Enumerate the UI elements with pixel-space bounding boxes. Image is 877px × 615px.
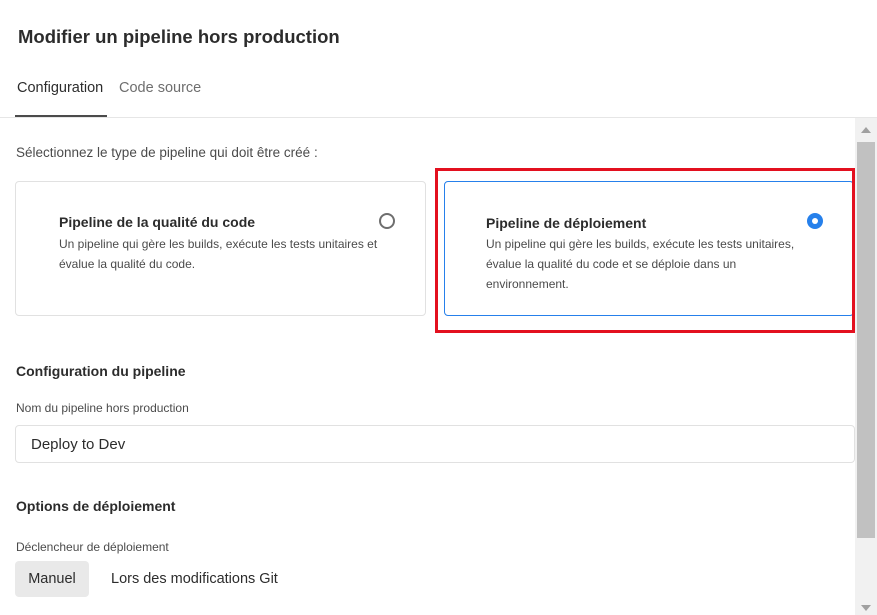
option-description: Un pipeline qui gère les builds, exécute… [59, 237, 378, 271]
dialog-content: Sélectionnez le type de pipeline qui doi… [0, 118, 877, 615]
pipeline-config-heading: Configuration du pipeline [16, 363, 186, 379]
option-title: Pipeline de déploiement [486, 215, 647, 231]
scroll-up-arrow-icon[interactable] [861, 127, 871, 133]
tab-code-source[interactable]: Code source [119, 80, 201, 96]
deploy-options-heading: Options de déploiement [16, 498, 176, 514]
vertical-scrollbar[interactable] [855, 118, 877, 615]
pipeline-name-label: Nom du pipeline hors production [16, 401, 189, 415]
option-description: Un pipeline qui gère les builds, exécute… [486, 237, 795, 291]
pipeline-name-input[interactable] [15, 425, 855, 463]
scroll-down-arrow-icon[interactable] [861, 605, 871, 611]
radio-unselected-icon[interactable] [379, 213, 395, 229]
option-title: Pipeline de la qualité du code [59, 214, 256, 230]
active-tab-indicator [15, 115, 107, 117]
tab-configuration[interactable]: Configuration [17, 80, 103, 96]
deploy-trigger-label: Déclencheur de déploiement [16, 540, 169, 554]
tab-bar: Configuration Code source [0, 70, 877, 118]
trigger-manual-button[interactable]: Manuel [15, 561, 89, 597]
dialog-title: Modifier un pipeline hors production [18, 26, 340, 47]
trigger-git-changes-button[interactable]: Lors des modifications Git [111, 561, 278, 597]
pipeline-type-prompt: Sélectionnez le type de pipeline qui doi… [16, 145, 318, 160]
pipeline-option-deployment[interactable]: Pipeline de déploiement Un pipeline qui … [444, 181, 854, 316]
radio-selected-icon[interactable] [807, 213, 823, 229]
scroll-thumb[interactable] [857, 142, 875, 538]
pipeline-option-code-quality[interactable]: Pipeline de la qualité du code Un pipeli… [15, 181, 426, 316]
